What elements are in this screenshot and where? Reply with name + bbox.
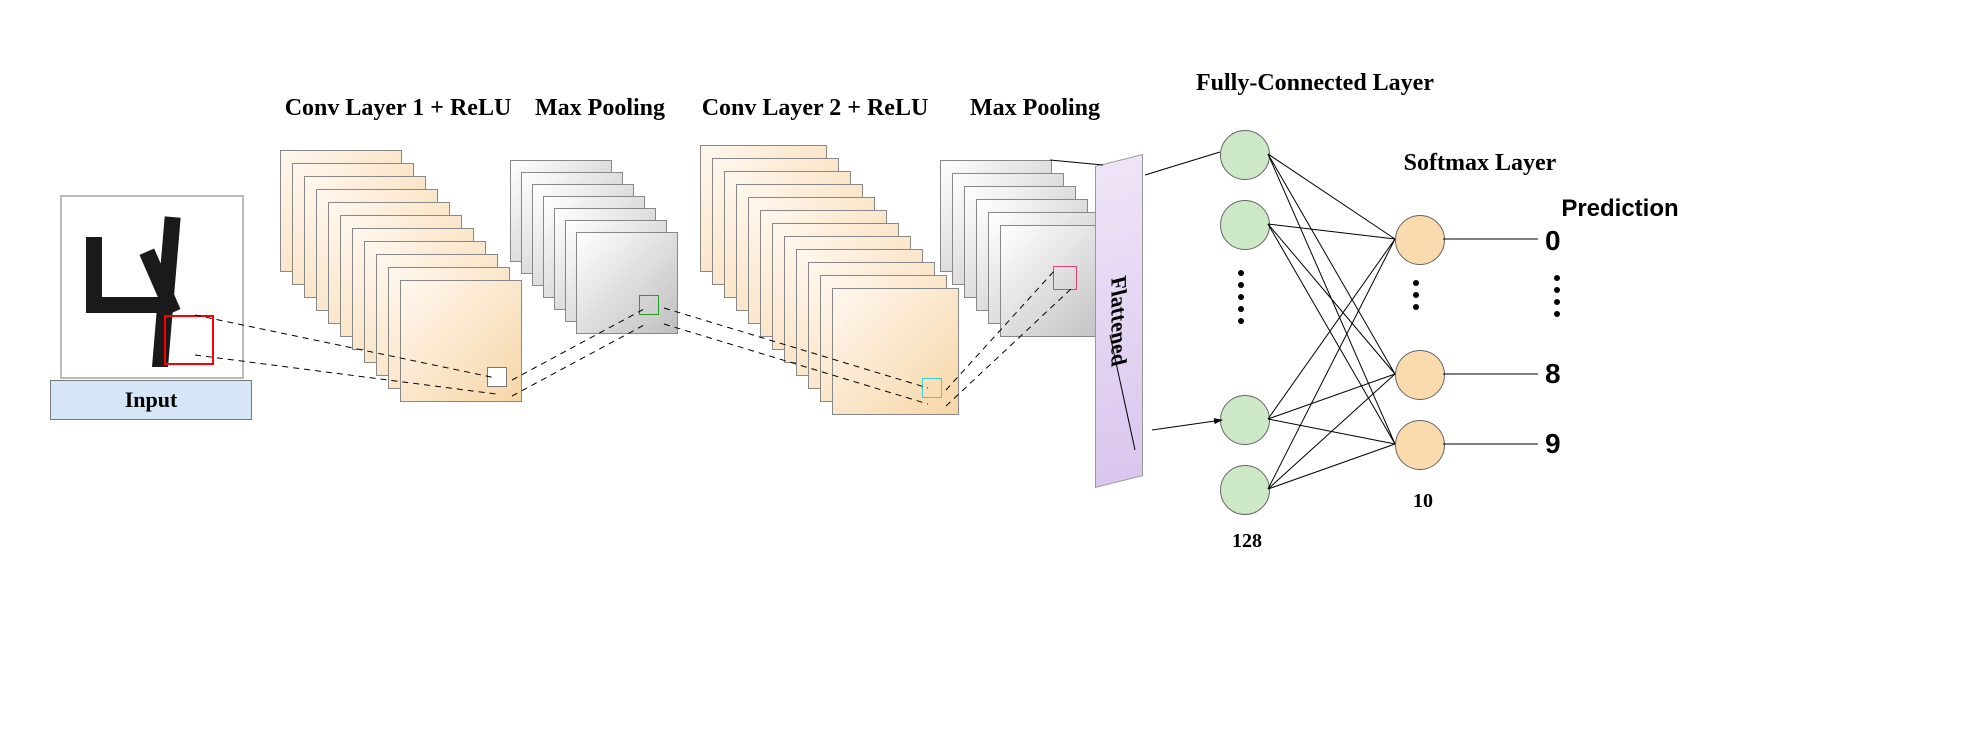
- input-image-frame: [60, 195, 244, 379]
- label-pool2: Max Pooling: [935, 95, 1135, 122]
- conv2-front: [832, 288, 959, 415]
- input-image: [72, 207, 232, 367]
- softmax-count: 10: [1388, 490, 1458, 513]
- label-prediction: Prediction: [1520, 195, 1720, 223]
- fc-count: 128: [1212, 530, 1282, 553]
- input-badge: Input: [50, 380, 252, 420]
- flatten-block: Flattened: [1095, 154, 1143, 488]
- label-fc: Fully-Connected Layer: [1165, 70, 1465, 97]
- label-softmax: Softmax Layer: [1360, 150, 1600, 177]
- conv1-front: [400, 280, 522, 402]
- prediction-1: 8: [1545, 358, 1561, 390]
- pool1-front: [576, 232, 678, 334]
- prediction-0: 0: [1545, 225, 1561, 257]
- prediction-2: 9: [1545, 428, 1561, 460]
- label-conv2: Conv Layer 2 + ReLU: [665, 95, 965, 122]
- input-roi: [164, 315, 214, 365]
- flatten-label: Flattened: [1106, 273, 1132, 369]
